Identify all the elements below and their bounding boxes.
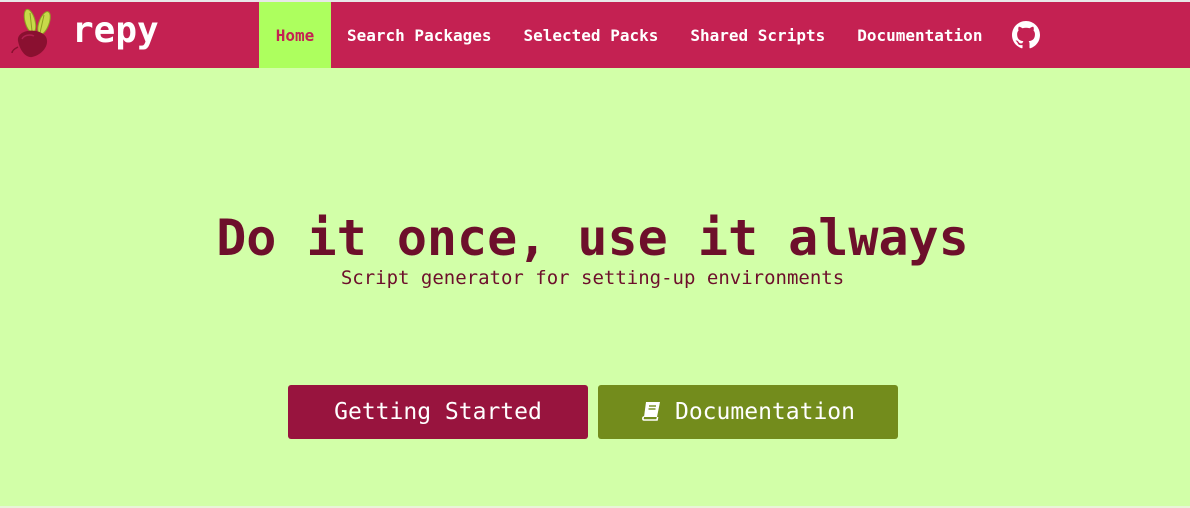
documentation-button[interactable]: Documentation: [598, 385, 898, 439]
github-link[interactable]: [998, 2, 1054, 68]
github-icon: [1012, 21, 1041, 49]
nav-item-selected-packs[interactable]: Selected Packs: [508, 2, 675, 68]
nav-item-home[interactable]: Home: [259, 2, 331, 68]
brand-link[interactable]: repy: [0, 2, 259, 68]
book-icon: [642, 402, 660, 421]
nav-item-search-packages[interactable]: Search Packages: [331, 2, 508, 68]
nav-item-label: Shared Scripts: [690, 25, 826, 45]
documentation-button-label: Documentation: [674, 399, 855, 425]
nav-item-label: Search Packages: [347, 25, 492, 45]
hero-title: Do it once, use it always: [216, 209, 969, 267]
nav-item-shared-scripts[interactable]: Shared Scripts: [674, 2, 841, 68]
brand-name: repy: [72, 9, 159, 51]
hero-subtitle: Script generator for setting-up environm…: [340, 267, 845, 289]
nav-item-label: Documentation: [857, 25, 983, 45]
hero: Do it once, use it always Script generat…: [0, 210, 1190, 290]
nav-item-label: Home: [275, 25, 315, 45]
nav-item-documentation[interactable]: Documentation: [841, 2, 998, 68]
navbar: repy Home Search Packages Selected Packs…: [0, 0, 1190, 68]
beet-logo-icon: [11, 8, 51, 58]
getting-started-button[interactable]: Getting Started: [288, 385, 588, 439]
getting-started-label: Getting Started: [334, 399, 542, 425]
nav-item-label: Selected Packs: [523, 25, 659, 45]
